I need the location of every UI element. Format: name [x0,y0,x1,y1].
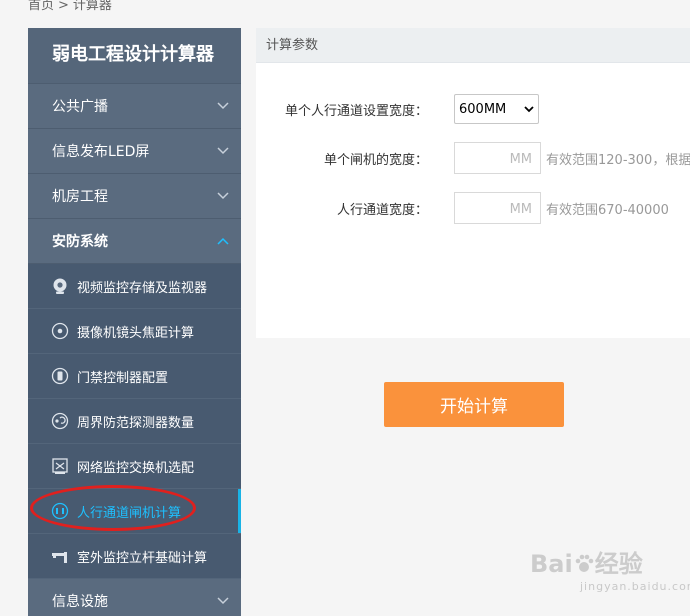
menu-security-system[interactable]: 安防系统 [28,219,241,264]
lane-width-selected: 600MM [459,101,507,117]
paw-icon [573,553,595,575]
menu-label: 公共广播 [52,99,108,115]
chevron-down-icon [205,597,241,605]
gate-width-input[interactable]: MM [454,142,541,174]
lane-width-select[interactable]: 600MM [454,94,539,124]
submenu-label: 网络监控交换机选配 [77,460,195,476]
menu-label: 机房工程 [52,189,108,205]
passage-width-placeholder: MM [509,202,532,217]
form-row-passage-width: 人行通道宽度： MM 有效范围670-40000 [256,192,669,224]
submenu-network-switch[interactable]: 网络监控交换机选配 [28,444,241,489]
pole-camera-icon [50,546,70,566]
detector-icon [50,411,70,431]
breadcrumb-current: 计算器 [72,0,112,13]
breadcrumb: 首页 > 计算器 [28,0,112,13]
submenu-label: 视频监控存储及监视器 [77,280,208,296]
menu-info-facilities[interactable]: 信息设施 [28,579,241,616]
chevron-down-icon [520,105,538,113]
submenu-label: 门禁控制器配置 [77,370,169,386]
access-controller-icon [50,366,70,386]
gate-width-label: 单个闸机的宽度： [323,152,428,168]
gate-width-hint: 有效范围120-300，根据 [546,152,690,168]
submenu-perimeter-detector[interactable]: 周界防范探测器数量 [28,399,241,444]
submenu-lens-focal[interactable]: 摄像机镜头焦距计算 [28,309,241,354]
submenu-label: 周界防范探测器数量 [77,415,195,431]
lane-width-label: 单个人行通道设置宽度： [284,103,428,119]
menu-led-screen[interactable]: 信息发布LED屏 [28,129,241,174]
passage-width-label: 人行通道宽度： [336,202,428,218]
watermark-url: jingyan.baidu.com [580,580,690,593]
chevron-up-icon [205,237,241,245]
camera-lens-icon [50,321,70,341]
calc-params-panel: 计算参数 单个人行通道设置宽度： 600MM 单个闸机的宽度： MM 有效范围1… [256,28,690,338]
start-calculate-button[interactable]: 开始计算 [384,382,564,427]
menu-label: 信息发布LED屏 [52,144,150,160]
submenu-turnstile-calc[interactable]: 人行通道闸机计算 [28,489,241,534]
submenu-label: 室外监控立杆基础计算 [77,550,208,566]
network-switch-icon [50,456,70,476]
passage-width-input[interactable]: MM [454,192,541,224]
webcam-icon [50,276,70,296]
chevron-down-icon [205,192,241,200]
form-row-gate-width: 单个闸机的宽度： MM 有效范围120-300，根据 [256,142,690,174]
sidebar: 弱电工程设计计算器 公共广播 信息发布LED屏 机房工程 安防系统 视频监控存储… [28,28,241,616]
chevron-down-icon [205,147,241,155]
chevron-down-icon [205,102,241,110]
security-submenu: 视频监控存储及监视器 摄像机镜头焦距计算 门禁控制器配置 周界防范探测器数量 网… [28,264,241,579]
submenu-pole-foundation[interactable]: 室外监控立杆基础计算 [28,534,241,579]
watermark-brand-suffix: 经验 [594,550,643,578]
panel-header: 计算参数 [256,28,690,63]
submenu-label: 摄像机镜头焦距计算 [77,325,195,341]
form-row-lane-width: 单个人行通道设置宽度： 600MM [256,94,539,124]
menu-machine-room[interactable]: 机房工程 [28,174,241,219]
turnstile-icon [50,501,70,521]
breadcrumb-separator: > [58,0,69,13]
gate-width-placeholder: MM [509,152,532,167]
breadcrumb-home-link[interactable]: 首页 [28,0,54,13]
watermark-brand: Bai [530,550,573,578]
sidebar-title: 弱电工程设计计算器 [28,28,241,84]
menu-public-broadcast[interactable]: 公共广播 [28,84,241,129]
baidu-jingyan-watermark: Bai 经验 jingyan.baidu.com [530,544,690,593]
menu-label: 安防系统 [52,234,108,250]
submenu-video-storage[interactable]: 视频监控存储及监视器 [28,264,241,309]
submenu-label: 人行通道闸机计算 [77,505,182,521]
menu-label: 信息设施 [52,594,108,610]
submenu-access-controller[interactable]: 门禁控制器配置 [28,354,241,399]
passage-width-hint: 有效范围670-40000 [546,202,669,218]
